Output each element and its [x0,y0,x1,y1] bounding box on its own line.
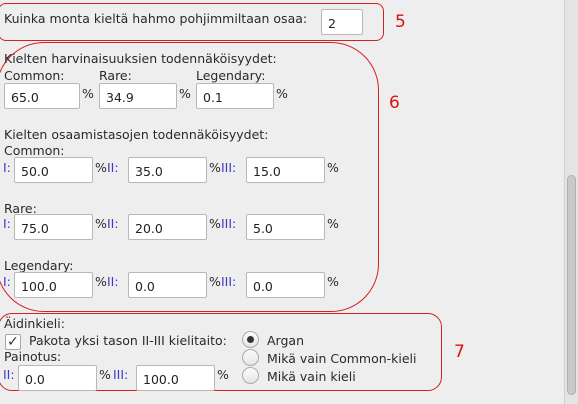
skill-rare-i-percent: % [95,216,107,231]
weight-ii-input[interactable] [18,365,97,391]
radio-any-common-label[interactable]: Mikä vain Common-kieli [267,351,417,367]
skill-legendary-ii-input[interactable] [128,272,207,298]
rarity-legendary-input[interactable] [196,83,274,109]
rarity-legendary-percent: % [276,86,288,101]
weight-label: Painotus: [4,349,62,364]
skill-rare-ii-label: II: [107,216,119,231]
skill-common-ii-percent: % [209,160,221,175]
skill-legendary-i-label: I: [3,274,11,289]
languages-count-label: Kuinka monta kieltä hahmo pohjimmiltaan … [4,11,308,26]
scrollbar-thumb[interactable] [567,175,576,395]
annotation-6: 6 [389,93,400,113]
annotation-7: 7 [454,342,465,362]
skill-rare-i-label: I: [3,216,11,231]
radio-any-common[interactable] [242,349,259,366]
rarity-common-input[interactable] [4,83,80,109]
weight-iii-input[interactable] [136,365,215,391]
radio-argan[interactable] [242,331,259,348]
force-level-label: Pakota yksi tason II-III kielitaito: [29,333,227,348]
skill-legendary-iii-input[interactable] [246,272,325,298]
rarity-rare-input[interactable] [99,83,177,109]
skill-common-iii-input[interactable] [246,157,325,183]
skill-rare-ii-input[interactable] [128,214,207,240]
radio-any-language-label[interactable]: Mikä vain kieli [267,369,356,385]
weight-iii-label: III: [113,367,129,382]
skill-common-ii-label: II: [107,160,119,175]
skill-legendary-ii-percent: % [209,274,221,289]
radio-any-language[interactable] [242,367,259,384]
skill-common-iii-percent: % [327,160,339,175]
skill-rare-iii-percent: % [327,216,339,231]
rarity-rare-label: Rare: [99,68,132,83]
languages-count-input[interactable] [321,9,363,35]
skill-common-ii-input[interactable] [128,157,207,183]
skill-common-iii-label: III: [221,160,237,175]
skill-legendary-i-input[interactable] [14,272,93,298]
skill-common-i-input[interactable] [14,157,93,183]
skill-legendary-iii-label: III: [221,274,237,289]
annotation-5: 5 [395,12,406,32]
skill-rare-iii-input[interactable] [246,214,325,240]
vertical-scrollbar[interactable] [564,0,578,404]
skill-common-i-percent: % [95,160,107,175]
checkmark-icon: ✓ [7,334,19,350]
radio-argan-label[interactable]: Argan [267,333,304,349]
rarity-common-label: Common: [4,68,65,83]
weight-ii-label: II: [3,367,15,382]
skill-legendary-i-percent: % [95,274,107,289]
native-title: Äidinkieli: [4,316,65,331]
skill-common-i-label: I: [3,160,11,175]
skill-rare-ii-percent: % [209,216,221,231]
weight-iii-percent: % [217,367,229,382]
radio-selected-dot [247,336,254,343]
rarity-legendary-label: Legendary: [196,68,266,83]
skill-rare-i-input[interactable] [14,214,93,240]
rarity-rare-percent: % [179,86,191,101]
force-level-checkbox[interactable]: ✓ [5,334,21,350]
skill-legendary-ii-label: II: [107,274,119,289]
rarity-common-percent: % [82,86,94,101]
weight-ii-percent: % [99,367,111,382]
skill-legendary-iii-percent: % [327,274,339,289]
skill-rare-iii-label: III: [221,216,237,231]
rarity-title: Kielten harvinaisuuksien todennäköisyyde… [4,51,277,66]
skill-levels-title: Kielten osaamistasojen todennäköisyydet: [4,127,269,142]
